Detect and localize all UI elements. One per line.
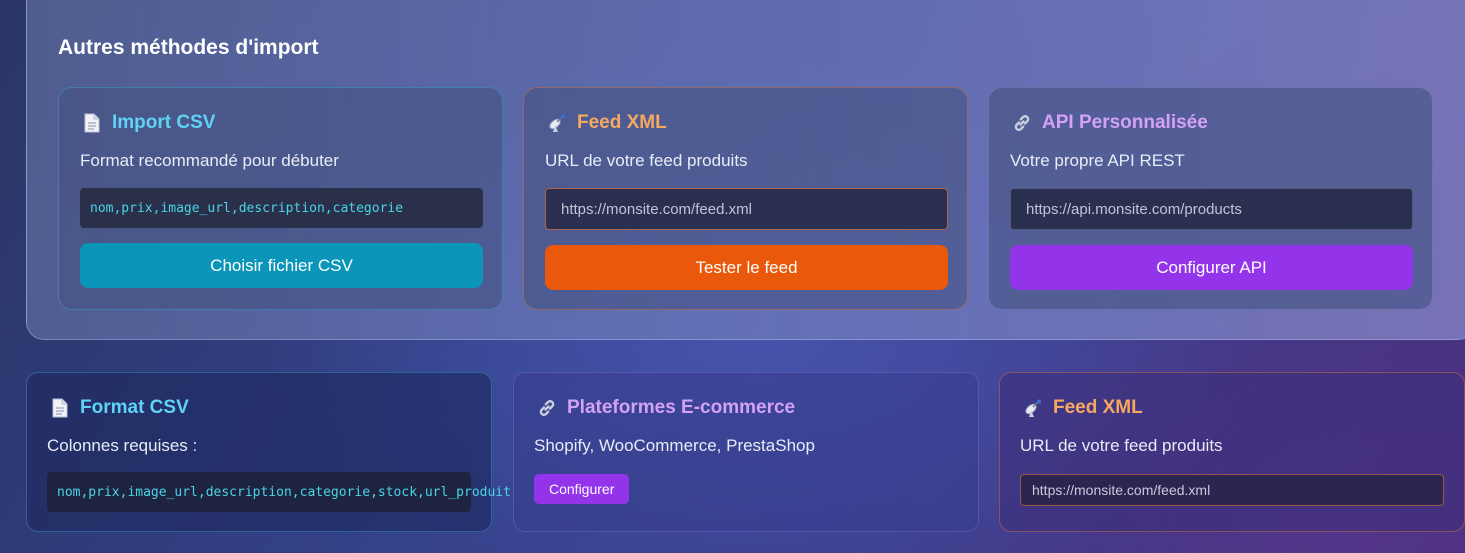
card-title: Plateformes E-commerce [567, 397, 796, 418]
card-description: Shopify, WooCommerce, PrestaShop [534, 436, 815, 455]
card-header: Import CSV [82, 112, 215, 134]
import-csv-card: Import CSV Format recommandé pour débute… [58, 87, 503, 310]
card-header: Format CSV [50, 397, 189, 419]
card-title: Format CSV [80, 397, 189, 418]
card-title: API Personnalisée [1042, 112, 1208, 133]
card-header: API Personnalisée [1012, 112, 1208, 134]
feed-url-input[interactable]: https://monsite.com/feed.xml [545, 188, 948, 230]
card-description: Colonnes requises : [47, 436, 198, 455]
api-url-input[interactable]: https://api.monsite.com/products [1010, 188, 1413, 230]
csv-format-card: Format CSV Colonnes requises : nom,prix,… [26, 372, 511, 532]
document-icon [50, 398, 70, 418]
satellite-icon [547, 113, 567, 133]
configure-button[interactable]: Configurer [534, 474, 630, 504]
link-icon [1012, 113, 1032, 133]
card-header: Feed XML [1023, 397, 1143, 419]
satellite-icon [1023, 398, 1043, 418]
csv-columns-code: nom,prix,image_url,description,categorie [80, 188, 483, 228]
card-description: URL de votre feed produits [545, 151, 748, 170]
card-description: Format recommandé pour débuter [80, 151, 339, 170]
other-import-methods-panel: Autres méthodes d'import Import CSV Form… [26, 0, 1465, 340]
card-title: Feed XML [577, 112, 667, 133]
configure-api-button[interactable]: Configurer API [1010, 245, 1413, 290]
feed-url-input[interactable]: https://monsite.com/feed.xml [1020, 474, 1444, 506]
panel-title: Autres méthodes d'import [58, 36, 319, 59]
card-title: Feed XML [1053, 397, 1143, 418]
test-feed-button[interactable]: Tester le feed [545, 245, 948, 290]
feed-xml-card-bottom: Feed XML URL de votre feed produits http… [999, 372, 1465, 532]
card-header: Feed XML [547, 112, 667, 134]
card-title: Import CSV [112, 112, 216, 133]
link-icon [537, 398, 557, 418]
feed-xml-card: Feed XML URL de votre feed produits http… [523, 87, 968, 310]
csv-required-columns-code: nom,prix,image_url,description,categorie… [47, 472, 511, 512]
choose-csv-file-button[interactable]: Choisir fichier CSV [80, 243, 483, 288]
ecommerce-platforms-card: Plateformes E-commerce Shopify, WooComme… [513, 372, 979, 532]
card-description: URL de votre feed produits [1020, 436, 1223, 455]
card-header: Plateformes E-commerce [537, 397, 795, 419]
document-icon [82, 113, 102, 133]
custom-api-card: API Personnalisée Votre propre API REST … [988, 87, 1433, 310]
card-description: Votre propre API REST [1010, 151, 1185, 170]
